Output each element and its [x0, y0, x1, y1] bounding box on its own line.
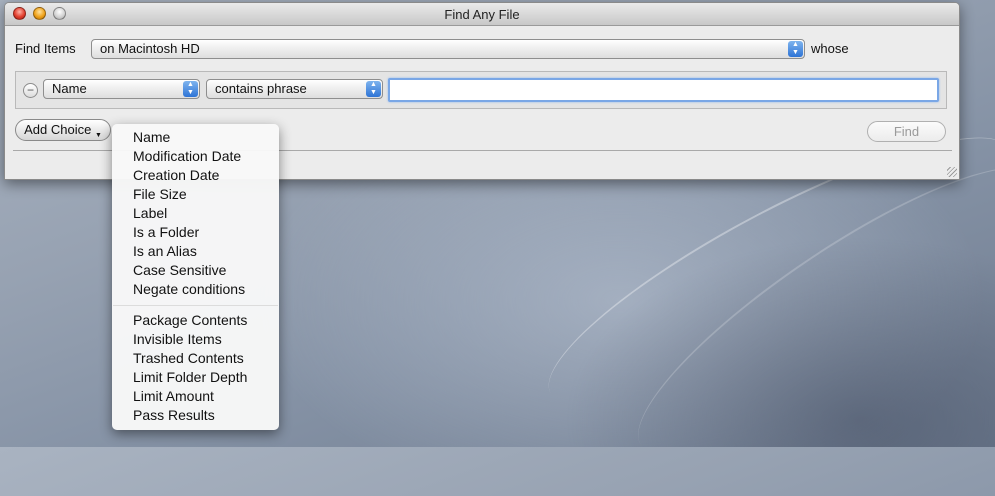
- triangle-down-icon: ▼: [94, 132, 102, 139]
- operator-popup[interactable]: contains phrase ▲ ▼: [206, 79, 383, 99]
- menu-item-case-sensitive[interactable]: Case Sensitive: [133, 261, 226, 280]
- attribute-popup[interactable]: Name ▲ ▼: [43, 79, 200, 99]
- whose-label: whose: [811, 41, 849, 56]
- menu-item-invisible-items[interactable]: Invisible Items: [133, 330, 222, 349]
- updown-arrows-icon: ▲ ▼: [366, 81, 381, 97]
- find-items-label: Find Items: [15, 41, 76, 56]
- operator-value: contains phrase: [215, 81, 307, 96]
- search-phrase-input[interactable]: [388, 78, 939, 102]
- resize-grip-icon[interactable]: [947, 167, 957, 177]
- menu-item-trashed-contents[interactable]: Trashed Contents: [133, 349, 244, 368]
- menu-item-name[interactable]: Name: [133, 128, 170, 147]
- add-choice-button[interactable]: Add Choice ▼: [15, 119, 111, 141]
- menu-separator: [113, 305, 278, 306]
- updown-arrows-icon: ▲ ▼: [183, 81, 198, 97]
- find-button[interactable]: Find: [867, 121, 946, 142]
- menu-item-creation-date[interactable]: Creation Date: [133, 166, 219, 185]
- menu-item-is-a-folder[interactable]: Is a Folder: [133, 223, 199, 242]
- title-bar[interactable]: Find Any File: [5, 3, 959, 26]
- menu-item-limit-folder-depth[interactable]: Limit Folder Depth: [133, 368, 247, 387]
- add-choice-menu: Name Modification Date Creation Date Fil…: [112, 124, 279, 430]
- attribute-value: Name: [52, 81, 87, 96]
- minus-circle-icon[interactable]: −: [23, 83, 38, 98]
- menu-item-negate-conditions[interactable]: Negate conditions: [133, 280, 245, 299]
- menu-item-label[interactable]: Label: [133, 204, 167, 223]
- add-choice-label: Add Choice: [24, 122, 92, 137]
- menu-item-package-contents[interactable]: Package Contents: [133, 311, 247, 330]
- menu-item-file-size[interactable]: File Size: [133, 185, 187, 204]
- location-popup[interactable]: on Macintosh HD ▲ ▼: [91, 39, 805, 59]
- window-title: Find Any File: [444, 7, 520, 22]
- menu-item-limit-amount[interactable]: Limit Amount: [133, 387, 214, 406]
- menu-item-modification-date[interactable]: Modification Date: [133, 147, 241, 166]
- location-value: on Macintosh HD: [100, 41, 200, 56]
- updown-arrows-icon: ▲ ▼: [788, 41, 803, 57]
- menu-item-pass-results[interactable]: Pass Results: [133, 406, 215, 425]
- menu-item-is-an-alias[interactable]: Is an Alias: [133, 242, 197, 261]
